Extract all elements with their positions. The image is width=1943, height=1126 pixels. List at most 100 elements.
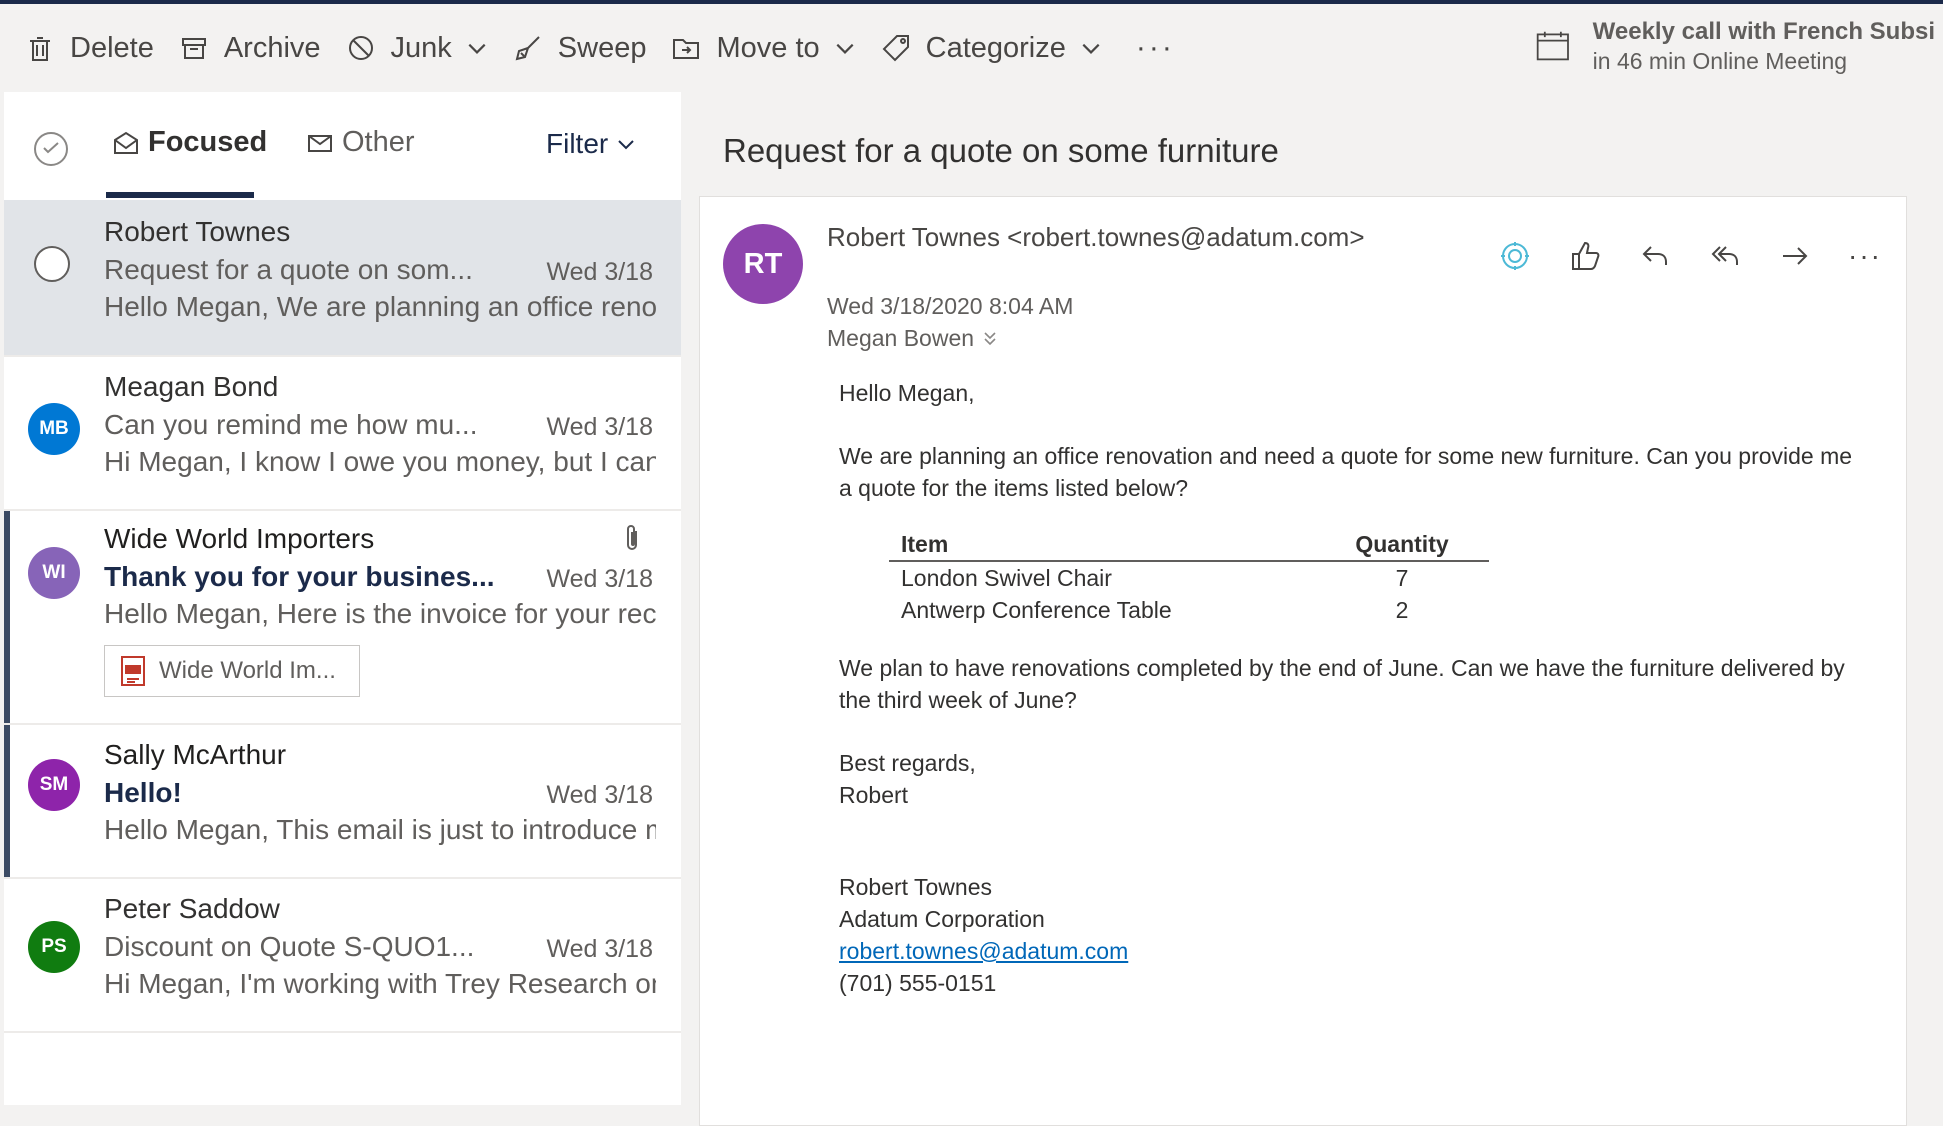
reading-pane: Request for a quote on some furniture RT… [681,92,1943,1126]
sender-avatar[interactable]: RT [723,224,803,304]
attachment-name: Wide World Im... [159,657,336,684]
calendar-icon [1536,31,1569,61]
message-sender: Sally McArthur [104,739,287,770]
trash-icon [30,37,50,61]
message-date: Wed 3/18 [546,781,653,809]
loop-button[interactable] [1480,233,1550,279]
email-subject-title: Request for a quote on some furniture [723,132,1279,169]
categorize-label: Categorize [925,31,1066,64]
folder-move-icon [673,39,700,59]
archive-label: Archive [223,31,321,64]
message-actions: ··· [1480,233,1900,279]
tab-focused[interactable]: Focused [112,126,267,159]
like-button[interactable] [1550,233,1620,279]
recipient-line[interactable]: Megan Bowen [827,325,998,352]
sender-address[interactable]: Robert Townes <robert.townes@adatum.com> [827,219,1387,255]
move-to-label: Move to [716,31,820,64]
message-select-radio[interactable] [34,246,70,282]
message-preview: Hello Megan, Here is the invoice for you… [104,598,656,629]
message-sender: Robert Townes [104,216,291,247]
message-item[interactable]: SM Sally McArthur Hello! Wed 3/18 Hello … [4,725,681,877]
signature-email-link[interactable]: robert.townes@adatum.com [839,938,1128,964]
delete-button[interactable]: Delete [12,18,166,78]
broom-icon [515,36,540,61]
pdf-file-icon [121,656,145,686]
message-date: Wed 3/18 [546,258,653,286]
message-subject: Can you remind me how mu... [104,409,478,440]
select-all-checkbox[interactable] [34,132,68,166]
message-date: Wed 3/18 [546,565,653,593]
message-preview: Hi Megan, I know I owe you money, but I … [104,446,656,477]
attachment-chip[interactable]: Wide World Im... [104,645,360,697]
table-cell: 2 [1395,597,1409,623]
message-subject: Discount on Quote S-QUO1... [104,931,475,962]
body-paragraph: We plan to have renovations completed by… [839,655,1845,713]
message-item[interactable]: WI Wide World Importers Thank you for yo… [4,511,681,723]
reply-all-button[interactable] [1690,233,1760,279]
junk-label: Junk [390,31,452,64]
focused-inbox-icon [114,131,138,154]
tab-other-label: Other [342,126,415,158]
reply-button[interactable] [1620,233,1690,279]
column-header-quantity: Quantity [1315,526,1489,562]
greeting: Hello Megan, [839,380,975,406]
junk-button[interactable]: Junk [333,18,500,78]
message-subject: Thank you for your busines... [104,561,495,592]
double-chevron-down-icon [984,331,996,345]
email-body: Hello Megan, We are planning an office r… [839,377,1859,999]
move-to-button[interactable]: Move to [658,18,867,78]
divider [4,1031,681,1033]
forward-arrow-icon [1783,247,1808,265]
meeting-title: Weekly call with French Subsi [1592,17,1935,45]
message-date: Wed 3/18 [546,413,653,441]
message-item[interactable]: PS Peter Saddow Discount on Quote S-QUO1… [4,879,681,1031]
checkmark-icon [43,142,59,154]
inbox-pivot: Focused Other Filter [4,92,681,200]
filter-button[interactable]: Filter [546,128,636,160]
tab-other[interactable]: Other [306,126,415,159]
unread-indicator-bar [4,511,10,723]
active-tab-indicator [106,192,254,198]
reply-icon [1642,246,1667,265]
filter-label: Filter [546,128,609,159]
message-subject: Request for a quote on som... [104,254,473,285]
column-header-item: Item [889,526,1315,562]
table-row: Antwerp Conference Table 2 [889,594,1489,626]
closing-name: Robert [839,782,909,808]
chevron-down-icon [1082,43,1100,54]
message-preview: Hi Megan, I'm working with Trey Research… [104,968,656,999]
avatar: SM [28,759,80,811]
items-table: Item Quantity London Swivel Chair 7 Antw… [889,526,1489,626]
tag-icon [882,35,909,62]
message-sender: Wide World Importers [104,523,375,554]
message-item[interactable]: MB Meagan Bond Can you remind me how mu.… [4,357,681,509]
chevron-down-icon [618,140,634,150]
message-subject: Hello! [104,777,182,808]
message-sender: Meagan Bond [104,371,279,402]
sent-timestamp: Wed 3/18/2020 8:04 AM [827,293,1074,319]
avatar: MB [28,403,80,455]
signature-phone: (701) 555-0151 [839,970,997,996]
message-date: Wed 3/18 [546,935,653,963]
table-cell: 7 [1395,565,1409,591]
email-card: RT Robert Townes <robert.townes@adatum.c… [699,196,1907,1126]
closing: Best regards, [839,750,976,776]
sweep-button[interactable]: Sweep [500,18,659,78]
meeting-subtitle: in 46 min Online Meeting [1592,47,1848,74]
avatar: WI [28,547,80,599]
archive-button[interactable]: Archive [166,18,333,78]
archive-icon [181,38,206,59]
table-cell: London Swivel Chair [901,565,1112,591]
body-paragraph: We are planning an office renovation and… [839,443,1853,501]
upcoming-meeting-reminder[interactable]: Weekly call with French Subsi in 46 min … [1535,8,1935,84]
categorize-button[interactable]: Categorize [868,18,1114,78]
paperclip-icon [627,525,637,550]
delete-label: Delete [70,31,154,64]
more-options-button[interactable]: ··· [1830,233,1900,279]
tab-focused-label: Focused [148,126,268,158]
more-actions-button[interactable]: ··· [1114,31,1197,65]
block-icon [348,36,373,60]
forward-button[interactable] [1760,233,1830,279]
message-item[interactable]: Robert Townes Request for a quote on som… [4,200,681,355]
table-cell: Antwerp Conference Table [901,597,1172,623]
